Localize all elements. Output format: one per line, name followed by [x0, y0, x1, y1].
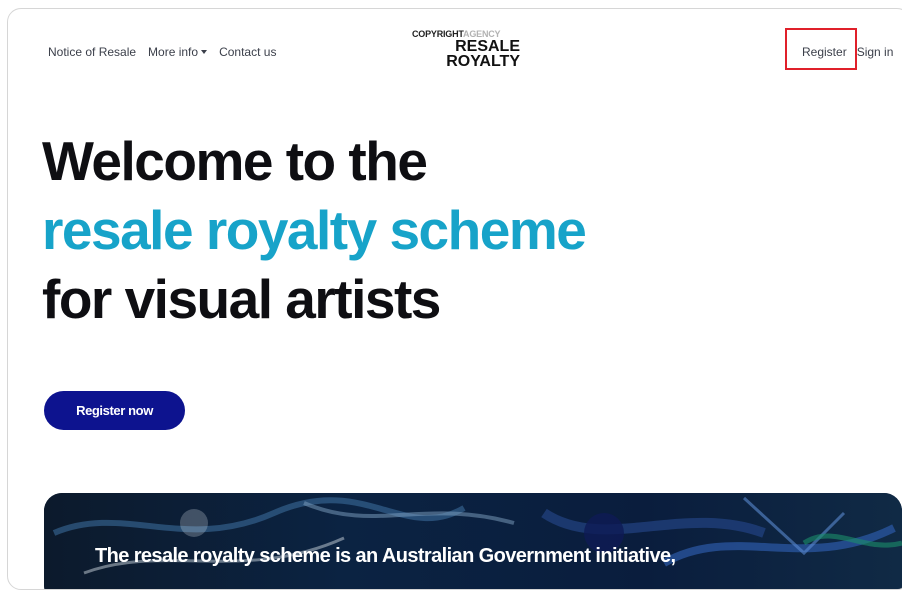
register-now-button[interactable]: Register now	[44, 391, 185, 430]
hero-line-1: Welcome to the	[42, 130, 428, 192]
browser-page: Notice of Resale More info Contact us CO…	[7, 8, 902, 590]
nav-dropdown-more-info[interactable]: More info	[148, 45, 208, 59]
nav-link-contact-us[interactable]: Contact us	[219, 45, 276, 59]
nav-links: Notice of Resale More info Contact us	[48, 45, 276, 59]
nav-link-notice-of-resale[interactable]: Notice of Resale	[48, 45, 136, 59]
hero-banner: The resale royalty scheme is an Australi…	[44, 493, 902, 589]
nav-link-more-info-label: More info	[148, 45, 199, 59]
logo-resale: RESALE	[455, 38, 520, 55]
register-highlight-box	[785, 28, 857, 70]
hero-heading: Welcome to the resale royalty scheme for…	[42, 127, 587, 334]
sign-in-link[interactable]: Sign in	[857, 45, 894, 59]
banner-artwork-image	[44, 493, 902, 589]
banner-text: The resale royalty scheme is an Australi…	[95, 545, 676, 567]
top-navigation: Notice of Resale More info Contact us CO…	[8, 9, 902, 99]
caret-down-icon	[201, 49, 208, 54]
logo-royalty: ROYALTY	[446, 53, 520, 70]
hero-line-3: for visual artists	[42, 268, 441, 330]
hero-line-2: resale royalty scheme	[42, 199, 587, 261]
resale-royalty-logo[interactable]: COPYRIGHTAGENCY RESALE ROYALTY	[412, 29, 524, 70]
